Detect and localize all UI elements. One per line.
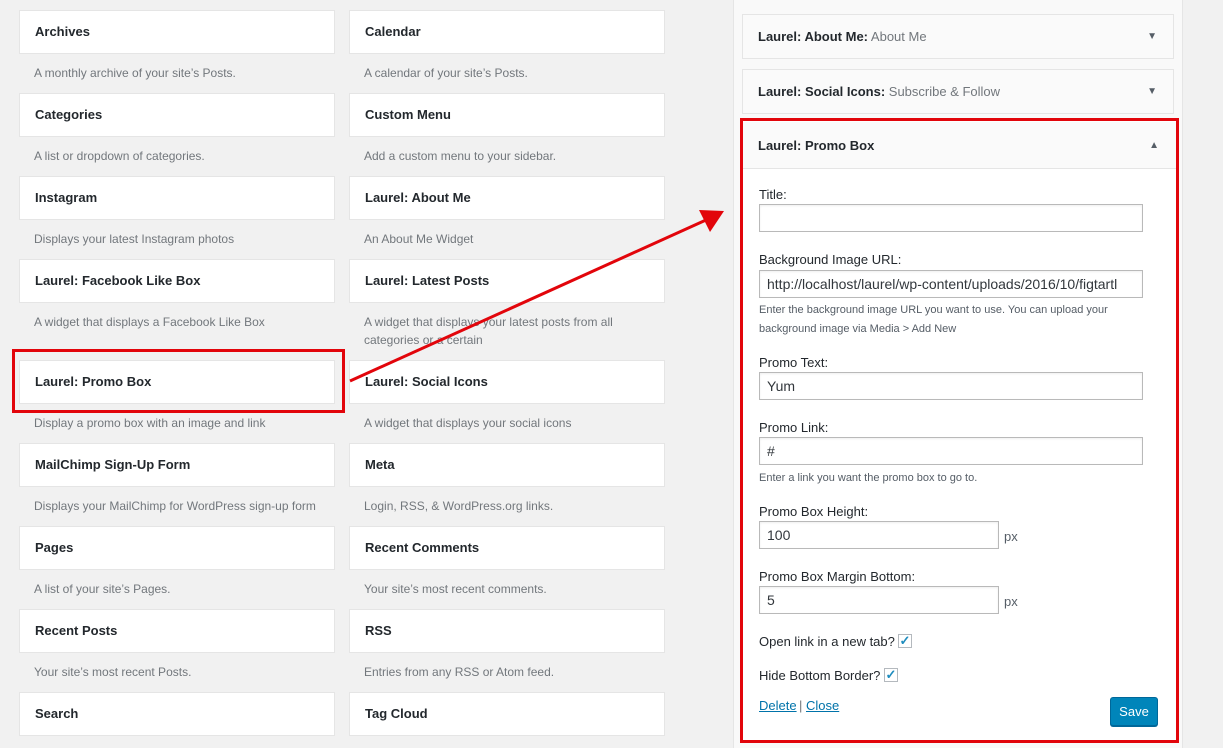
widget-title: Recent Comments (365, 540, 480, 555)
widget-custom-menu[interactable]: Custom Menu (349, 93, 665, 137)
widget-laurel-latest-posts[interactable]: Laurel: Latest Posts (349, 259, 665, 303)
widget-description: An About Me Widget (364, 232, 474, 246)
widget-title: Laurel: Social Icons (365, 374, 488, 389)
widget-tag-cloud[interactable]: Tag Cloud (349, 692, 665, 736)
widget-subtitle: Subscribe & Follow (888, 84, 1001, 99)
widget-recent-posts[interactable]: Recent Posts (19, 609, 335, 653)
widget-search[interactable]: Search (19, 692, 335, 736)
widget-title: Search (35, 706, 79, 721)
widget-title: Laurel: Facebook Like Box (35, 273, 201, 288)
widget-description: A list or dropdown of categories. (34, 149, 205, 163)
widget-title: Laurel: Latest Posts (365, 273, 490, 288)
expand-arrow-icon[interactable]: ▼ (1147, 15, 1157, 58)
widget-title: Categories (35, 107, 103, 122)
widget-name: Laurel: About Me: (758, 29, 869, 44)
widget-title: RSS (365, 623, 392, 638)
widget-calendar[interactable]: Calendar (349, 10, 665, 54)
widget-description: A calendar of your site’s Posts. (364, 66, 528, 80)
widget-description: A widget that displays your latest posts… (364, 315, 613, 347)
widget-description: A widget that displays your social icons (364, 416, 572, 430)
sidebar-widget-social-icons[interactable]: Laurel: Social Icons: Subscribe & Follow… (742, 69, 1174, 114)
widget-meta[interactable]: Meta (349, 443, 665, 487)
highlight-frame (740, 118, 1179, 743)
widget-description: Your site’s most recent comments. (364, 582, 547, 596)
widget-laurel-facebook-like-box[interactable]: Laurel: Facebook Like Box (19, 259, 335, 303)
widget-laurel-social-icons[interactable]: Laurel: Social Icons (349, 360, 665, 404)
widget-subtitle: About Me (870, 29, 927, 44)
widget-title: Instagram (35, 190, 98, 205)
highlight-box (12, 349, 345, 413)
widget-description: Login, RSS, & WordPress.org links. (364, 499, 554, 513)
widget-laurel-about-me[interactable]: Laurel: About Me (349, 176, 665, 220)
widget-archives[interactable]: Archives (19, 10, 335, 54)
widget-mailchimp[interactable]: MailChimp Sign-Up Form (19, 443, 335, 487)
widget-description: A list of your site’s Pages. (34, 582, 171, 596)
widget-title: Calendar (365, 24, 421, 39)
widget-description: Entries from any RSS or Atom feed. (364, 665, 555, 679)
widget-description: Displays your latest Instagram photos (34, 232, 235, 246)
widget-title: Archives (35, 24, 90, 39)
widget-name: Laurel: Social Icons: (758, 84, 886, 99)
widget-title: Meta (365, 457, 395, 472)
widget-description: A monthly archive of your site’s Posts. (34, 66, 236, 80)
widget-pages[interactable]: Pages (19, 526, 335, 570)
widget-description: Your site’s most recent Posts. (34, 665, 192, 679)
widget-description: Display a promo box with an image and li… (34, 416, 266, 430)
widget-title: Laurel: About Me (365, 190, 471, 205)
widget-title: Pages (35, 540, 74, 555)
widget-title: Custom Menu (365, 107, 451, 122)
widget-description: Displays your MailChimp for WordPress si… (34, 499, 316, 513)
widget-title: Tag Cloud (365, 706, 428, 721)
widget-rss[interactable]: RSS (349, 609, 665, 653)
widget-recent-comments[interactable]: Recent Comments (349, 526, 665, 570)
widget-title: MailChimp Sign-Up Form (35, 457, 191, 472)
widget-title: Recent Posts (35, 623, 118, 638)
sidebar-widget-about-me[interactable]: Laurel: About Me: About Me ▼ (742, 14, 1174, 59)
widget-categories[interactable]: Categories (19, 93, 335, 137)
widget-instagram[interactable]: Instagram (19, 176, 335, 220)
expand-arrow-icon[interactable]: ▼ (1147, 70, 1157, 113)
widget-description: Add a custom menu to your sidebar. (364, 149, 557, 163)
widget-description: A widget that displays a Facebook Like B… (34, 315, 265, 329)
